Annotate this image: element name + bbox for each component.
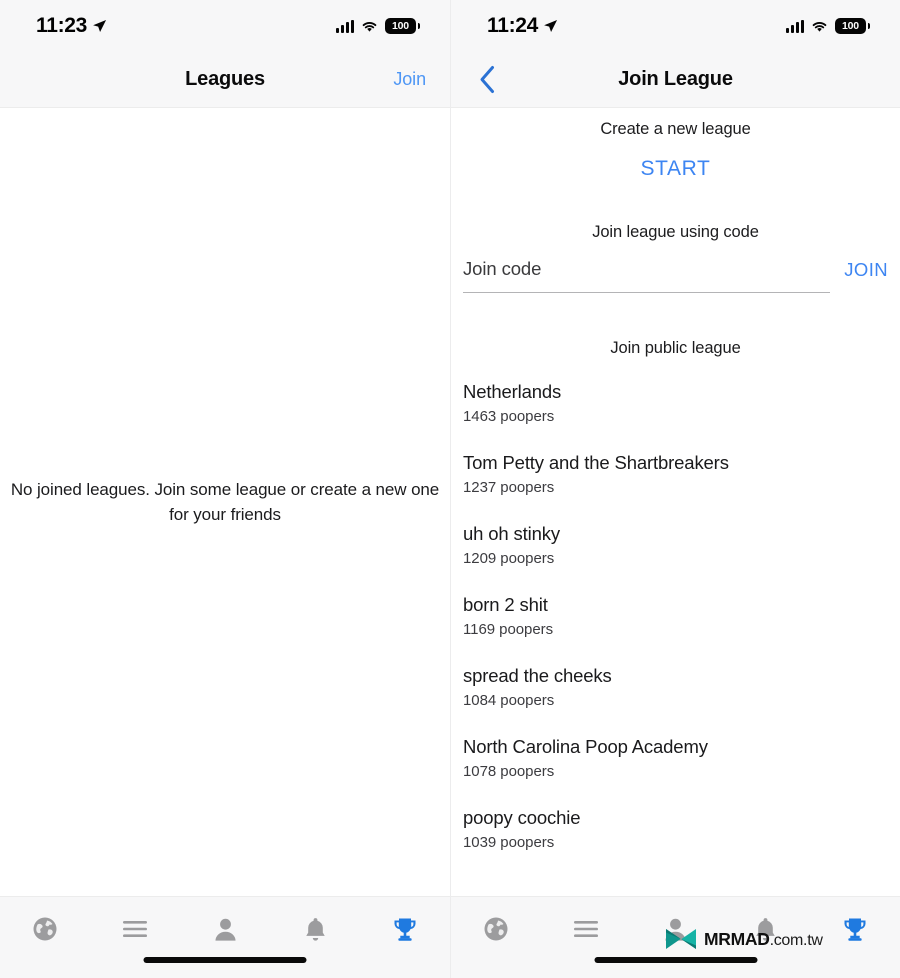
status-bar-left: 11:23 100 <box>0 0 450 52</box>
list-item[interactable]: Tom Petty and the Shartbreakers 1237 poo… <box>451 451 900 496</box>
nav-bar-join-league: Join League <box>451 52 900 108</box>
cellular-signal-icon <box>336 19 354 33</box>
tab-profile[interactable] <box>197 909 253 949</box>
list-item[interactable]: born 2 shit 1169 poopers <box>451 593 900 638</box>
league-member-count: 1169 poopers <box>463 621 554 638</box>
person-icon <box>665 918 686 941</box>
join-code-label: Join league using code <box>592 223 759 241</box>
tab-leagues[interactable] <box>827 909 883 949</box>
nav-bar-leagues: Leagues Join <box>0 52 450 108</box>
league-member-count: 1084 poopers <box>463 692 555 709</box>
status-bar-right: 11:24 100 <box>451 0 900 52</box>
home-indicator-left <box>143 957 307 963</box>
tab-feed[interactable] <box>558 909 614 949</box>
league-member-count: 1039 poopers <box>463 834 555 851</box>
leagues-screen: 11:23 100 Leagues Join No joined leagues… <box>0 0 450 978</box>
leagues-content: No joined leagues. Join some league or c… <box>0 108 450 896</box>
battery-level: 100 <box>392 20 409 32</box>
status-time: 11:24 <box>487 14 539 37</box>
battery-icon: 100 <box>385 18 420 34</box>
join-code-field[interactable] <box>463 258 831 293</box>
trophy-icon <box>844 918 866 941</box>
globe-icon <box>484 917 508 941</box>
tab-globe[interactable] <box>17 909 73 949</box>
join-code-button[interactable]: JOIN <box>844 259 888 293</box>
wifi-icon <box>362 21 377 32</box>
page-title: Join League <box>618 68 733 90</box>
league-name: born 2 shit <box>463 594 548 615</box>
tab-bar-left <box>0 896 450 978</box>
status-bar-left-group: 11:24 <box>487 14 558 38</box>
list-item[interactable]: North Carolina Poop Academy 1078 poopers <box>451 735 900 780</box>
list-lines-icon <box>123 921 147 937</box>
trophy-icon <box>394 918 416 941</box>
join-league-screen: 11:24 100 Join League Create a new leagu… <box>450 0 900 978</box>
public-league-list: Netherlands 1463 poopers Tom Petty and t… <box>451 380 900 851</box>
list-item[interactable]: spread the cheeks 1084 poopers <box>451 664 900 709</box>
status-bar-right-group: 100 <box>336 18 420 34</box>
battery-level: 100 <box>842 20 859 32</box>
league-member-count: 1209 poopers <box>463 550 555 567</box>
location-arrow-icon <box>93 19 107 32</box>
bell-icon <box>305 917 325 941</box>
join-public-league-label: Join public league <box>610 339 741 357</box>
league-name: poopy coochie <box>463 807 581 828</box>
wifi-icon <box>812 21 827 32</box>
join-code-row: JOIN <box>463 258 888 293</box>
league-member-count: 1078 poopers <box>463 763 555 780</box>
tab-feed[interactable] <box>107 909 163 949</box>
league-member-count: 1463 poopers <box>463 408 555 425</box>
empty-state-message: No joined leagues. Join some league or c… <box>10 480 440 524</box>
tab-notifications[interactable] <box>287 909 343 949</box>
globe-icon <box>33 917 57 941</box>
list-item[interactable]: Netherlands 1463 poopers <box>451 380 900 425</box>
league-name: Netherlands <box>463 381 562 402</box>
status-time: 11:23 <box>36 14 88 37</box>
league-name: spread the cheeks <box>463 665 612 686</box>
join-league-content: Create a new league START Join league us… <box>451 108 900 896</box>
location-arrow-icon <box>544 19 558 32</box>
tab-globe[interactable] <box>468 909 524 949</box>
start-button[interactable]: START <box>641 157 711 181</box>
league-name: Tom Petty and the Shartbreakers <box>463 452 729 473</box>
cellular-signal-icon <box>786 19 804 33</box>
back-button[interactable] <box>465 58 509 102</box>
chevron-left-icon <box>480 66 494 93</box>
tab-profile[interactable] <box>647 909 703 949</box>
tab-bar-right <box>451 896 900 978</box>
list-item[interactable]: uh oh stinky 1209 poopers <box>451 522 900 567</box>
person-icon <box>214 918 236 941</box>
league-name: North Carolina Poop Academy <box>463 736 708 757</box>
list-lines-icon <box>573 921 598 937</box>
create-league-label: Create a new league <box>600 120 751 138</box>
tab-notifications[interactable] <box>737 909 793 949</box>
list-item[interactable]: poopy coochie 1039 poopers <box>451 806 900 851</box>
tab-leagues[interactable] <box>377 909 433 949</box>
status-bar-left-group: 11:23 <box>36 14 107 38</box>
page-title: Leagues <box>185 68 265 90</box>
status-bar-right-group: 100 <box>786 18 870 34</box>
bell-icon <box>756 917 775 941</box>
battery-icon: 100 <box>835 18 870 34</box>
dual-screenshot-container: 11:23 100 Leagues Join No joined leagues… <box>0 0 900 978</box>
league-member-count: 1237 poopers <box>463 479 555 496</box>
join-code-input[interactable] <box>463 258 831 280</box>
join-nav-button[interactable]: Join <box>393 69 426 90</box>
home-indicator-right <box>594 957 757 963</box>
league-name: uh oh stinky <box>463 523 560 544</box>
